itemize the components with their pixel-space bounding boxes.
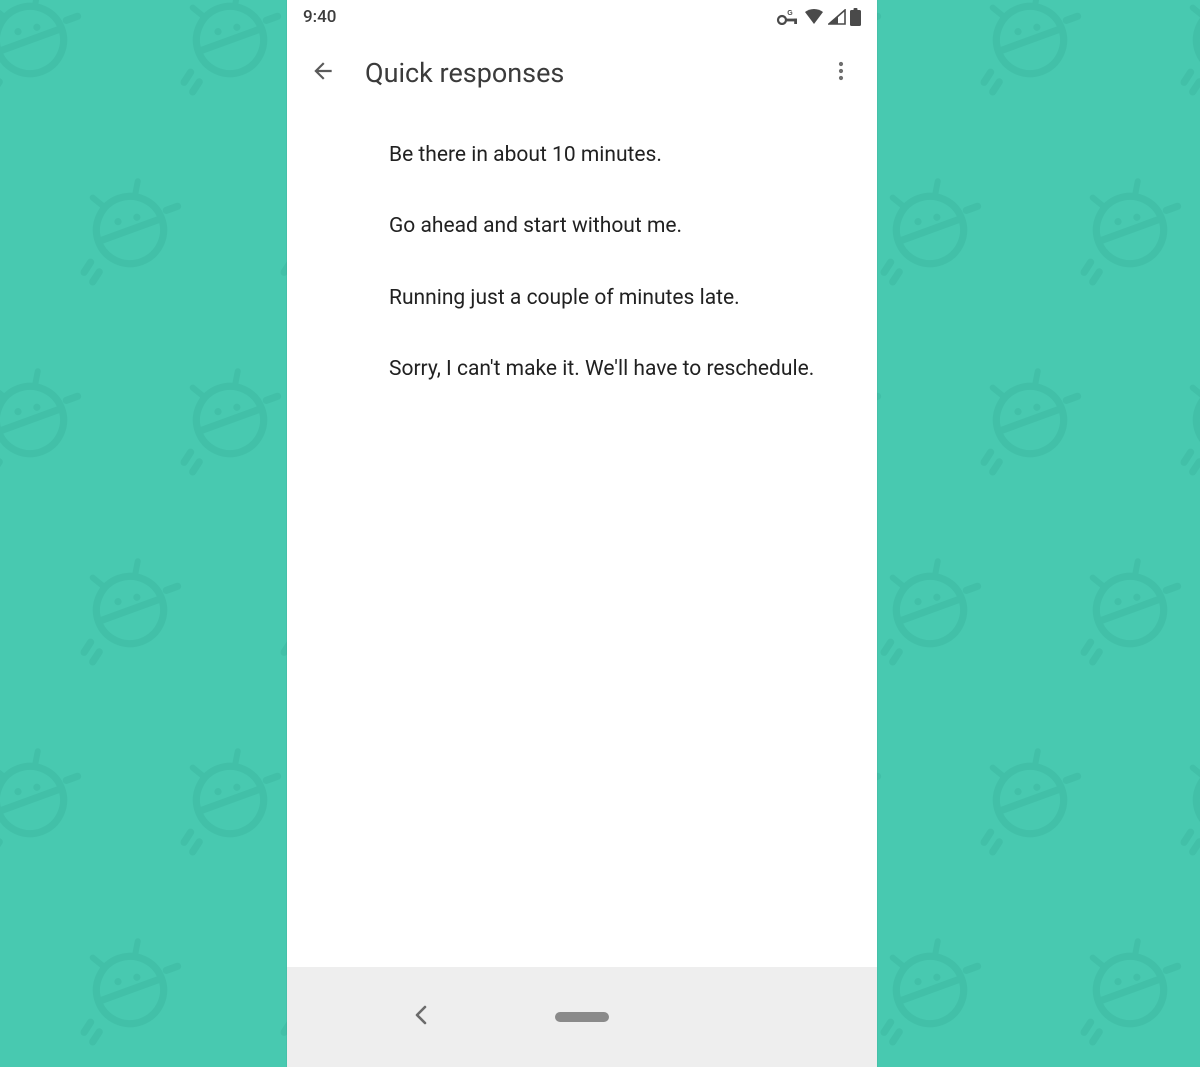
list-item[interactable]: Go ahead and start without me.: [287, 191, 877, 262]
cell-signal-icon: [828, 9, 846, 25]
status-time: 9:40: [303, 7, 336, 27]
overflow-menu-button[interactable]: [819, 51, 863, 95]
phone-frame: 9:40 G: [287, 0, 877, 1067]
page-title: Quick responses: [365, 57, 819, 89]
more-vert-icon: [829, 59, 853, 87]
list-item[interactable]: Be there in about 10 minutes.: [287, 120, 877, 191]
wifi-icon: [804, 9, 824, 25]
svg-text:G: G: [787, 10, 793, 17]
nav-back-icon: [413, 1005, 429, 1029]
vpn-key-icon: G: [776, 9, 800, 25]
nav-back-button[interactable]: [407, 1003, 435, 1031]
responses-list: Be there in about 10 minutes. Go ahead a…: [287, 112, 877, 967]
back-button[interactable]: [301, 51, 345, 95]
list-item[interactable]: Running just a couple of minutes late.: [287, 263, 877, 334]
system-nav-bar: [287, 967, 877, 1067]
battery-icon: [850, 8, 861, 26]
app-bar: Quick responses: [287, 34, 877, 113]
list-item[interactable]: Sorry, I can't make it. We'll have to re…: [287, 334, 877, 405]
arrow-back-icon: [310, 58, 336, 88]
nav-home-pill[interactable]: [555, 1012, 609, 1022]
status-bar: 9:40 G: [287, 0, 877, 34]
